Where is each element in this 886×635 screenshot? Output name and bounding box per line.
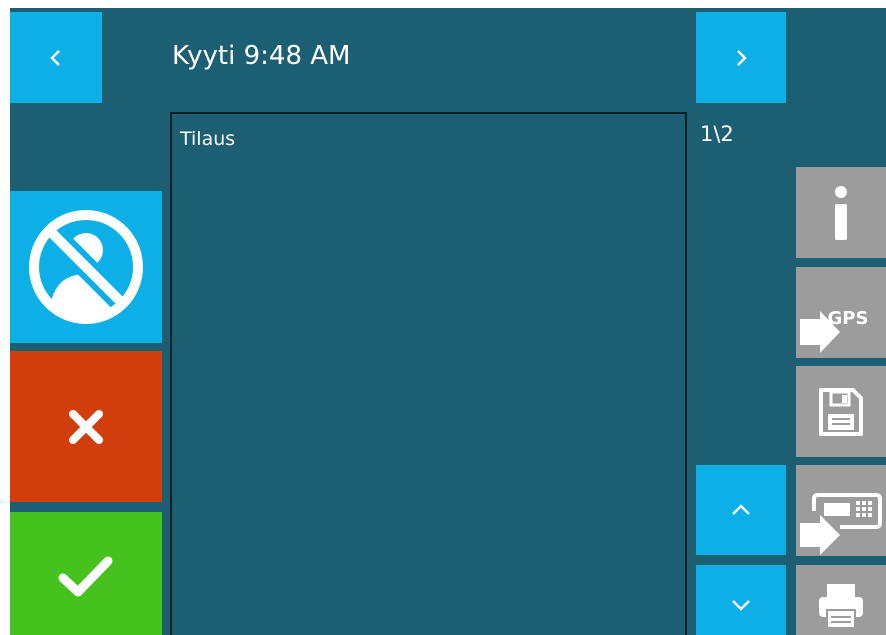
floppy-disk-icon [819, 387, 863, 436]
close-icon [69, 409, 103, 444]
gps-send-icon: GPS [800, 308, 868, 353]
no-passenger-button[interactable] [10, 191, 162, 343]
page-indicator: 1\2 [700, 122, 734, 146]
print-button[interactable] [796, 565, 886, 635]
cancel-button[interactable] [10, 351, 162, 502]
terminal-send-icon [800, 493, 882, 555]
next-button[interactable] [696, 12, 786, 103]
printer-icon [819, 584, 863, 629]
chevron-left-icon [50, 49, 60, 66]
chevron-up-icon [732, 504, 750, 515]
order-screen: Kyyti 9:48 AM 1\2 Tilaus GPS [10, 8, 886, 635]
window-title: Kyyti 9:48 AM [172, 41, 351, 71]
chevron-right-icon [737, 49, 747, 66]
checkmark-icon [58, 556, 113, 597]
info-button[interactable] [796, 167, 886, 258]
send-gps-button[interactable]: GPS [796, 267, 886, 358]
scroll-up-button[interactable] [696, 465, 786, 555]
info-icon [835, 185, 847, 240]
order-panel-header: Tilaus [180, 128, 236, 150]
send-to-terminal-button[interactable] [796, 465, 886, 556]
scroll-down-button[interactable] [696, 565, 786, 635]
chevron-down-icon [732, 600, 750, 611]
order-panel[interactable]: Tilaus [170, 112, 687, 635]
previous-button[interactable] [10, 12, 102, 103]
no-person-icon [29, 210, 143, 324]
confirm-button[interactable] [10, 512, 162, 635]
save-button[interactable] [796, 366, 886, 457]
